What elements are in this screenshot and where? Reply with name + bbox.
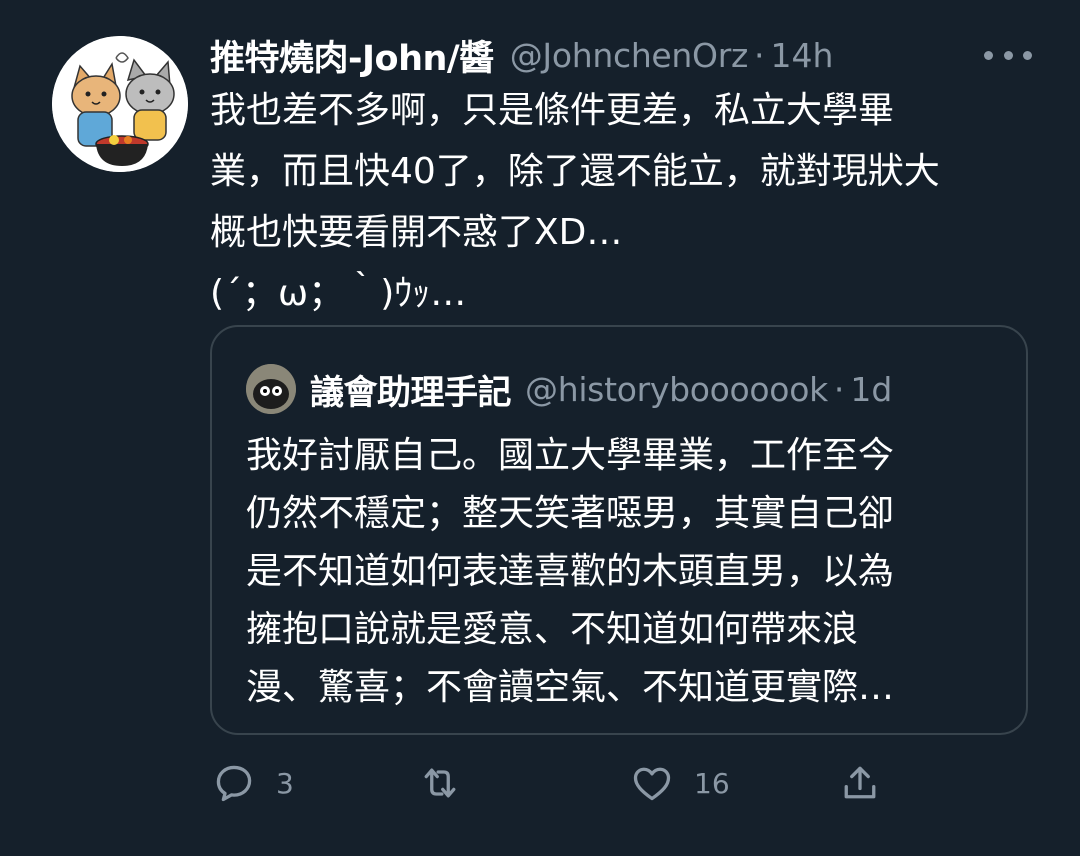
- tweet-text-line: 我也差不多啊，只是條件更差，私立大學畢: [210, 90, 895, 131]
- quoted-author-name: 議會助理手記: [310, 372, 512, 413]
- quoted-text-line: 漫、驚喜；不會讀空氣、不知道更實際…: [246, 667, 895, 708]
- tweet-text: 我也差不多啊，只是條件更差，私立大學畢 業，而且快40了，除了還不能立，就對現狀…: [210, 80, 1050, 324]
- tweet-text-line: 概也快要看開不惑了XD…: [210, 212, 623, 253]
- reply-button[interactable]: 3: [212, 755, 294, 811]
- reply-icon: [216, 765, 252, 802]
- tweet-header: 推特燒肉-John/醬 @JohnchenOrz · 14h: [210, 30, 833, 80]
- author-avatar[interactable]: [52, 36, 188, 172]
- author-name[interactable]: 推特燒肉-John/醬: [210, 30, 494, 81]
- reply-count: 3: [276, 766, 294, 800]
- like-button[interactable]: 16: [630, 755, 730, 811]
- share-button[interactable]: [838, 755, 882, 811]
- cats-avatar-image: [52, 36, 188, 172]
- retweet-icon: [424, 768, 456, 798]
- quoted-text-line: 我好討厭自己。國立大學畢業，工作至今: [246, 435, 895, 476]
- tweet-text-line: (´；ω；｀)ｳｯ…: [210, 273, 467, 314]
- share-icon: [844, 766, 876, 799]
- more-dot: [1003, 50, 1013, 60]
- tweet-actions-bar: 3 16: [210, 755, 910, 811]
- separator-dot: ·: [833, 369, 845, 409]
- like-icon: [633, 767, 671, 801]
- quoted-tweet-header: 議會助理手記 @historybooooook · 1d: [310, 363, 892, 415]
- quoted-author-handle: @historybooooook: [525, 369, 828, 409]
- more-dot: [1023, 50, 1032, 60]
- more-horizontal-icon[interactable]: [984, 40, 1032, 70]
- separator-dot: ·: [754, 35, 765, 75]
- soot-sprite-avatar-image: [246, 364, 296, 414]
- quoted-text-line: 仍然不穩定；整天笑著噁男，其實自己卻: [246, 493, 895, 534]
- like-count: 16: [694, 766, 730, 800]
- retweet-button[interactable]: [418, 755, 482, 811]
- tweet-timestamp[interactable]: 14h: [771, 36, 834, 75]
- quoted-tweet-text: 我好討厭自己。國立大學畢業，工作至今 仍然不穩定；整天笑著噁男，其實自己卻 是不…: [246, 427, 1006, 717]
- quoted-text-line: 是不知道如何表達喜歡的木頭直男，以為: [246, 551, 895, 592]
- tweet: 推特燒肉-John/醬 @JohnchenOrz · 14h 我也差不多啊，只是…: [0, 0, 1080, 856]
- quoted-text-line: 擁抱口說就是愛意、不知道如何帶來浪: [246, 609, 859, 650]
- quoted-tweet-timestamp: 1d: [850, 369, 893, 409]
- more-dot: [984, 50, 993, 60]
- quoted-author-avatar: [246, 364, 296, 414]
- quoted-tweet-card[interactable]: 議會助理手記 @historybooooook · 1d 我好討厭自己。國立大學…: [210, 325, 1028, 735]
- tweet-text-line: 業，而且快40了，除了還不能立，就對現狀大: [210, 151, 940, 192]
- author-handle[interactable]: @JohnchenOrz: [510, 36, 749, 75]
